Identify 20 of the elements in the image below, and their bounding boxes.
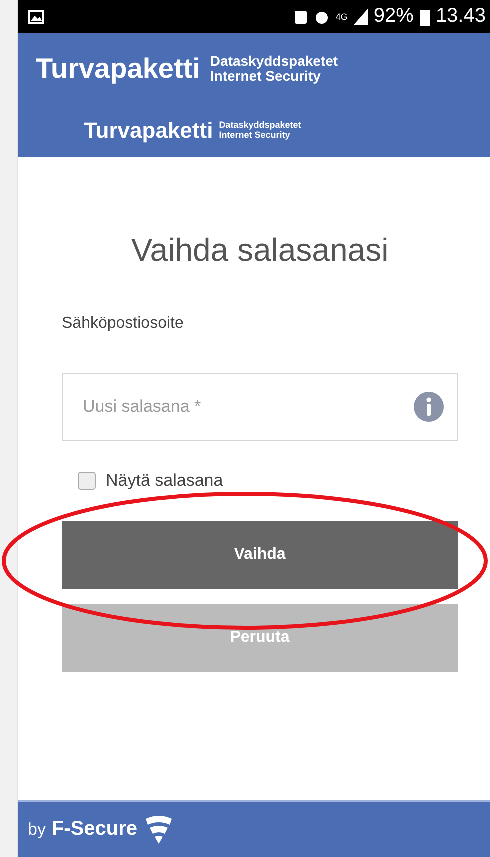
by-text: by	[28, 820, 46, 840]
show-password-checkbox[interactable]	[78, 472, 96, 490]
network-type: 4G	[336, 12, 348, 22]
checkbox-label: Näytä salasana	[106, 471, 224, 491]
brand-name: Turvapaketti	[84, 118, 214, 144]
wifi-shield-icon	[144, 814, 174, 844]
email-label: Sähköpostiosoite	[62, 315, 185, 333]
brand-subtitle: Dataskyddspaketet Internet Security	[210, 54, 338, 84]
battery-percent: 92%	[374, 5, 414, 28]
password-field[interactable]: Uusi salasana *	[62, 373, 458, 441]
battery-icon	[420, 8, 430, 26]
image-icon	[28, 10, 44, 24]
page-title: Vaihda salasanasi	[130, 232, 390, 269]
clock-time: 13.43	[436, 5, 486, 28]
brand-name: Turvapaketti	[36, 53, 200, 85]
footer-brand: F-Secure	[52, 818, 138, 841]
submit-button[interactable]: Vaihda	[62, 521, 458, 589]
signal-icon	[354, 8, 368, 24]
info-icon[interactable]	[414, 392, 444, 422]
brand-subtitle: Dataskyddspaketet Internet Security	[219, 121, 302, 141]
